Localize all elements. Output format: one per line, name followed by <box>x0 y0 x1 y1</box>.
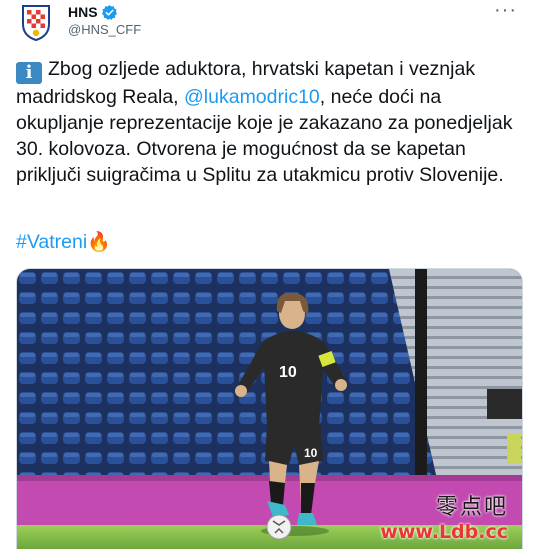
more-options-icon[interactable]: ··· <box>494 0 517 20</box>
watermark: 零点吧 www.Ldb.cc <box>380 489 508 543</box>
verified-badge-icon <box>101 4 118 21</box>
hashtag-link[interactable]: #Vatreni <box>16 231 87 253</box>
tweet-header: HNS @HNS_CFF ··· <box>16 0 525 48</box>
author-names: HNS @HNS_CFF <box>68 3 141 39</box>
shorts-number: 10 <box>304 446 318 460</box>
hashtag-line: #Vatreni🔥 <box>16 229 111 256</box>
tweet-text: i Zbog ozljede aduktora, hrvatski kapetan… <box>16 56 528 188</box>
tweet: HNS @HNS_CFF ··· i Zbog ozljede aduktora,… <box>0 0 541 549</box>
tweet-photo[interactable]: 10 10 零点吧 www.Ldb.cc <box>16 268 523 549</box>
jersey-number: 10 <box>279 364 297 381</box>
hns-crest-icon[interactable] <box>16 2 56 42</box>
mention-link[interactable]: @lukamodric10 <box>184 86 320 108</box>
watermark-line1: 零点吧 <box>435 495 508 520</box>
info-icon: i <box>16 62 42 84</box>
author-display-name[interactable]: HNS <box>68 3 98 21</box>
fire-emoji-icon: 🔥 <box>87 232 111 253</box>
author-handle[interactable]: @HNS_CFF <box>68 21 141 39</box>
watermark-line2: www.Ldb.cc <box>380 521 508 543</box>
